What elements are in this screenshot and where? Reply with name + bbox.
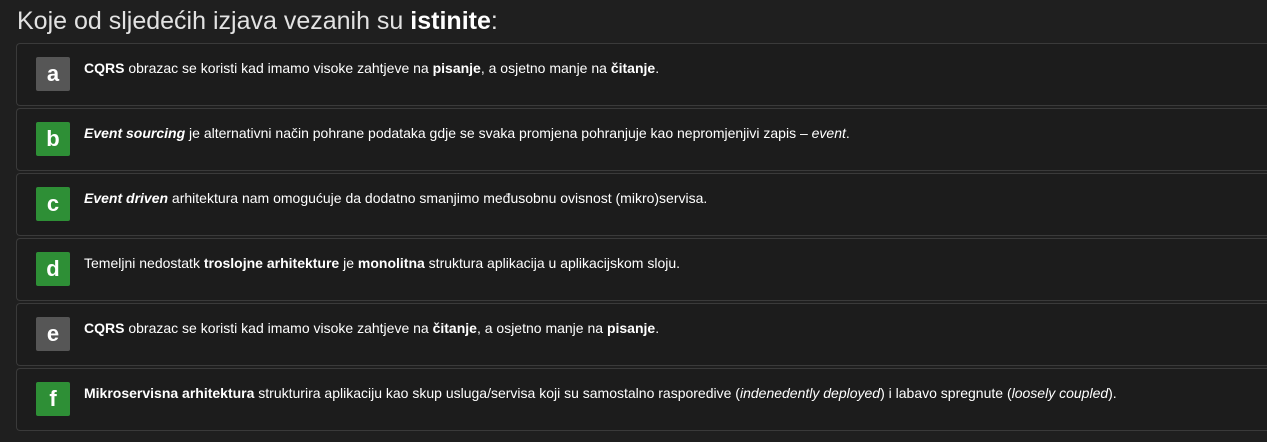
option-text-segment: . [845, 125, 850, 141]
answer-option-b[interactable]: b Event sourcing je alternativni način po… [16, 108, 1267, 171]
option-text-segment: monolitna [357, 255, 425, 271]
question-suffix: : [490, 7, 498, 35]
option-text-segment: . [655, 320, 660, 336]
option-text: Event sourcing je alternativni način poh… [84, 123, 850, 143]
option-text-segment: Temeljni nedostatk [84, 255, 204, 271]
option-text-segment: Event driven [84, 190, 169, 206]
question-prefix: Koje od sljedećih izjava vezanih su [17, 7, 411, 35]
option-text-segment: troslojne arhitekture [203, 255, 340, 271]
answer-option-f[interactable]: f Mikroservisna arhitektura strukturira a… [16, 368, 1267, 431]
option-letter-badge: d [36, 252, 70, 286]
option-text-segment: struktura aplikacija u aplikacijskom slo… [424, 255, 681, 271]
option-letter-badge: b [36, 122, 70, 156]
answer-option-d[interactable]: d Temeljni nedostatk troslojne arhitektur… [16, 238, 1267, 301]
option-text-segment: čitanje [432, 320, 477, 336]
option-text-segment: pisanje [606, 320, 656, 336]
option-text-segment: obrazac se koristi kad imamo visoke zaht… [124, 320, 433, 336]
option-text-segment: ). [1108, 385, 1117, 401]
option-text-segment: indenedently deployed [739, 385, 881, 401]
question-emphasis: istinite [410, 7, 491, 35]
option-text-segment: event [811, 125, 846, 141]
option-text: Temeljni nedostatk troslojne arhitekture… [84, 253, 680, 273]
option-text-segment: čitanje [610, 60, 656, 76]
option-text-segment: loosely coupled [1011, 385, 1109, 401]
option-text: CQRS obrazac se koristi kad imamo visoke… [84, 58, 659, 78]
option-text-segment: pisanje [432, 60, 481, 76]
option-text: Mikroservisna arhitektura strukturira ap… [84, 383, 1117, 403]
option-text-segment: je alternativni način pohrane podataka g… [185, 125, 812, 141]
option-text-segment: obrazac se koristi kad imamo visoke zaht… [124, 60, 433, 76]
option-text-segment: CQRS [84, 60, 125, 76]
option-text: CQRS obrazac se koristi kad imamo visoke… [84, 318, 659, 338]
option-text-segment: arhitektura nam omogućuje da dodatno sma… [168, 190, 708, 206]
option-text-segment: Mikroservisna arhitektura [84, 385, 255, 401]
option-text-segment: ) i labavo spregnute ( [880, 385, 1012, 401]
option-text-segment: . [655, 60, 660, 76]
option-text-segment: CQRS [84, 320, 125, 336]
option-text: Event driven arhitektura nam omogućuje d… [84, 188, 707, 208]
answer-option-c[interactable]: c Event driven arhitektura nam omogućuje … [16, 173, 1267, 236]
option-text-segment: Event sourcing [84, 125, 186, 141]
option-text-segment: , a osjetno manje na [480, 60, 611, 76]
answer-options-list: a CQRS obrazac se koristi kad imamo visok… [16, 43, 1267, 433]
option-letter-badge: e [36, 317, 70, 351]
option-letter-badge: a [36, 57, 70, 91]
option-text-segment: strukturira aplikaciju kao skup usluga/s… [254, 385, 740, 401]
answer-option-a[interactable]: a CQRS obrazac se koristi kad imamo visok… [16, 43, 1267, 106]
answer-option-e[interactable]: e CQRS obrazac se koristi kad imamo visok… [16, 303, 1267, 366]
option-text-segment: , a osjetno manje na [476, 320, 607, 336]
option-letter-badge: f [36, 382, 70, 416]
option-letter-badge: c [36, 187, 70, 221]
option-text-segment: je [339, 255, 358, 271]
question-title: Koje od sljedećih izjava vezanih su isti… [17, 4, 498, 38]
